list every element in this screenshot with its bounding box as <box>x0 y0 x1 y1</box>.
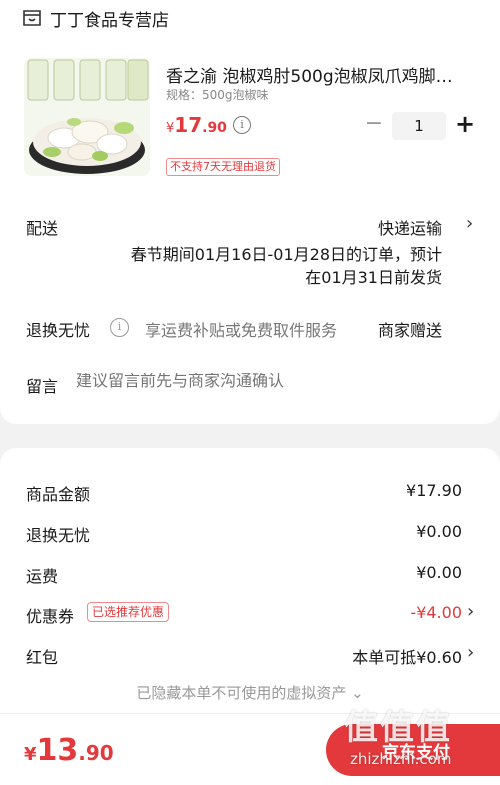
returns-provider: 商家赠送 <box>377 321 442 340</box>
memo-label: 留言 <box>26 377 59 396</box>
summary-label-shipping: 运费 <box>26 567 59 586</box>
summary-label-redpacket: 红包 <box>26 648 59 667</box>
product-title[interactable]: 香之渝 泡椒鸡肘500g泡椒凤爪鸡脚… <box>166 62 476 87</box>
summary-value-goods: ¥17.90 <box>406 481 462 500</box>
quantity-input[interactable]: 1 <box>392 112 446 140</box>
summary-value-redpacket[interactable]: 本单可抵¥0.60 <box>352 644 462 668</box>
order-item-card: 丁丁食品专营店 香之渝 泡椒鸡肘500g泡椒凤爪鸡脚… 规格：500g泡椒味 ¥… <box>0 0 500 424</box>
shipping-label: 配送 <box>26 219 59 238</box>
coupon-chevron-icon[interactable]: › <box>467 601 474 622</box>
shipping-note-line1: 春节期间01月16日-01月28日的订单，预计 <box>130 245 442 264</box>
shipping-method[interactable]: 快递运输 <box>378 215 442 239</box>
summary-value-returns: ¥0.00 <box>416 522 462 541</box>
redpacket-chevron-icon[interactable]: › <box>467 642 474 663</box>
total-currency: ¥ <box>24 744 37 765</box>
total-decimal: .90 <box>78 741 114 765</box>
product-thumbnail[interactable] <box>24 58 150 176</box>
store-icon <box>23 10 41 26</box>
returns-info-icon[interactable]: i <box>110 318 129 337</box>
store-name: 丁丁食品专营店 <box>50 10 169 31</box>
product-price: ¥17.90 <box>166 113 227 137</box>
order-total: ¥13.90 <box>24 733 114 768</box>
store-header[interactable]: 丁丁食品专营店 <box>22 6 169 31</box>
summary-label-coupon: 优惠券 <box>26 607 75 626</box>
product-image <box>24 58 150 176</box>
coupon-badge: 已选推荐优惠 <box>87 602 170 622</box>
returns-service-text: 享运费补贴或免费取件服务 <box>145 321 338 340</box>
price-integer: 17 <box>174 113 203 137</box>
returns-label: 退换无忧 <box>26 321 91 340</box>
memo-input[interactable] <box>76 373 476 391</box>
summary-label-returns: 退换无忧 <box>26 526 91 545</box>
price-decimal: .90 <box>202 120 227 136</box>
summary-value-coupon[interactable]: -¥4.00 <box>410 603 462 622</box>
product-spec[interactable]: 规格：500g泡椒味 <box>166 86 269 103</box>
quantity-increase-button[interactable]: + <box>454 110 476 138</box>
price-info-icon[interactable]: i <box>233 116 251 134</box>
summary-value-shipping: ¥0.00 <box>416 563 462 582</box>
quantity-decrease-button[interactable]: − <box>364 112 384 136</box>
total-integer: 13 <box>36 733 79 768</box>
summary-label-goods: 商品金额 <box>26 485 91 504</box>
shipping-note-line2: 在01月31日前发货 <box>305 268 442 287</box>
hidden-assets-toggle[interactable]: 已隐藏本单不可使用的虚拟资产 ⌄ <box>0 682 500 703</box>
return-policy-badge: 不支持7天无理由退货 <box>166 158 280 176</box>
pay-button[interactable]: 京东支付 <box>326 724 500 776</box>
chevron-right-icon[interactable]: › <box>466 213 473 234</box>
